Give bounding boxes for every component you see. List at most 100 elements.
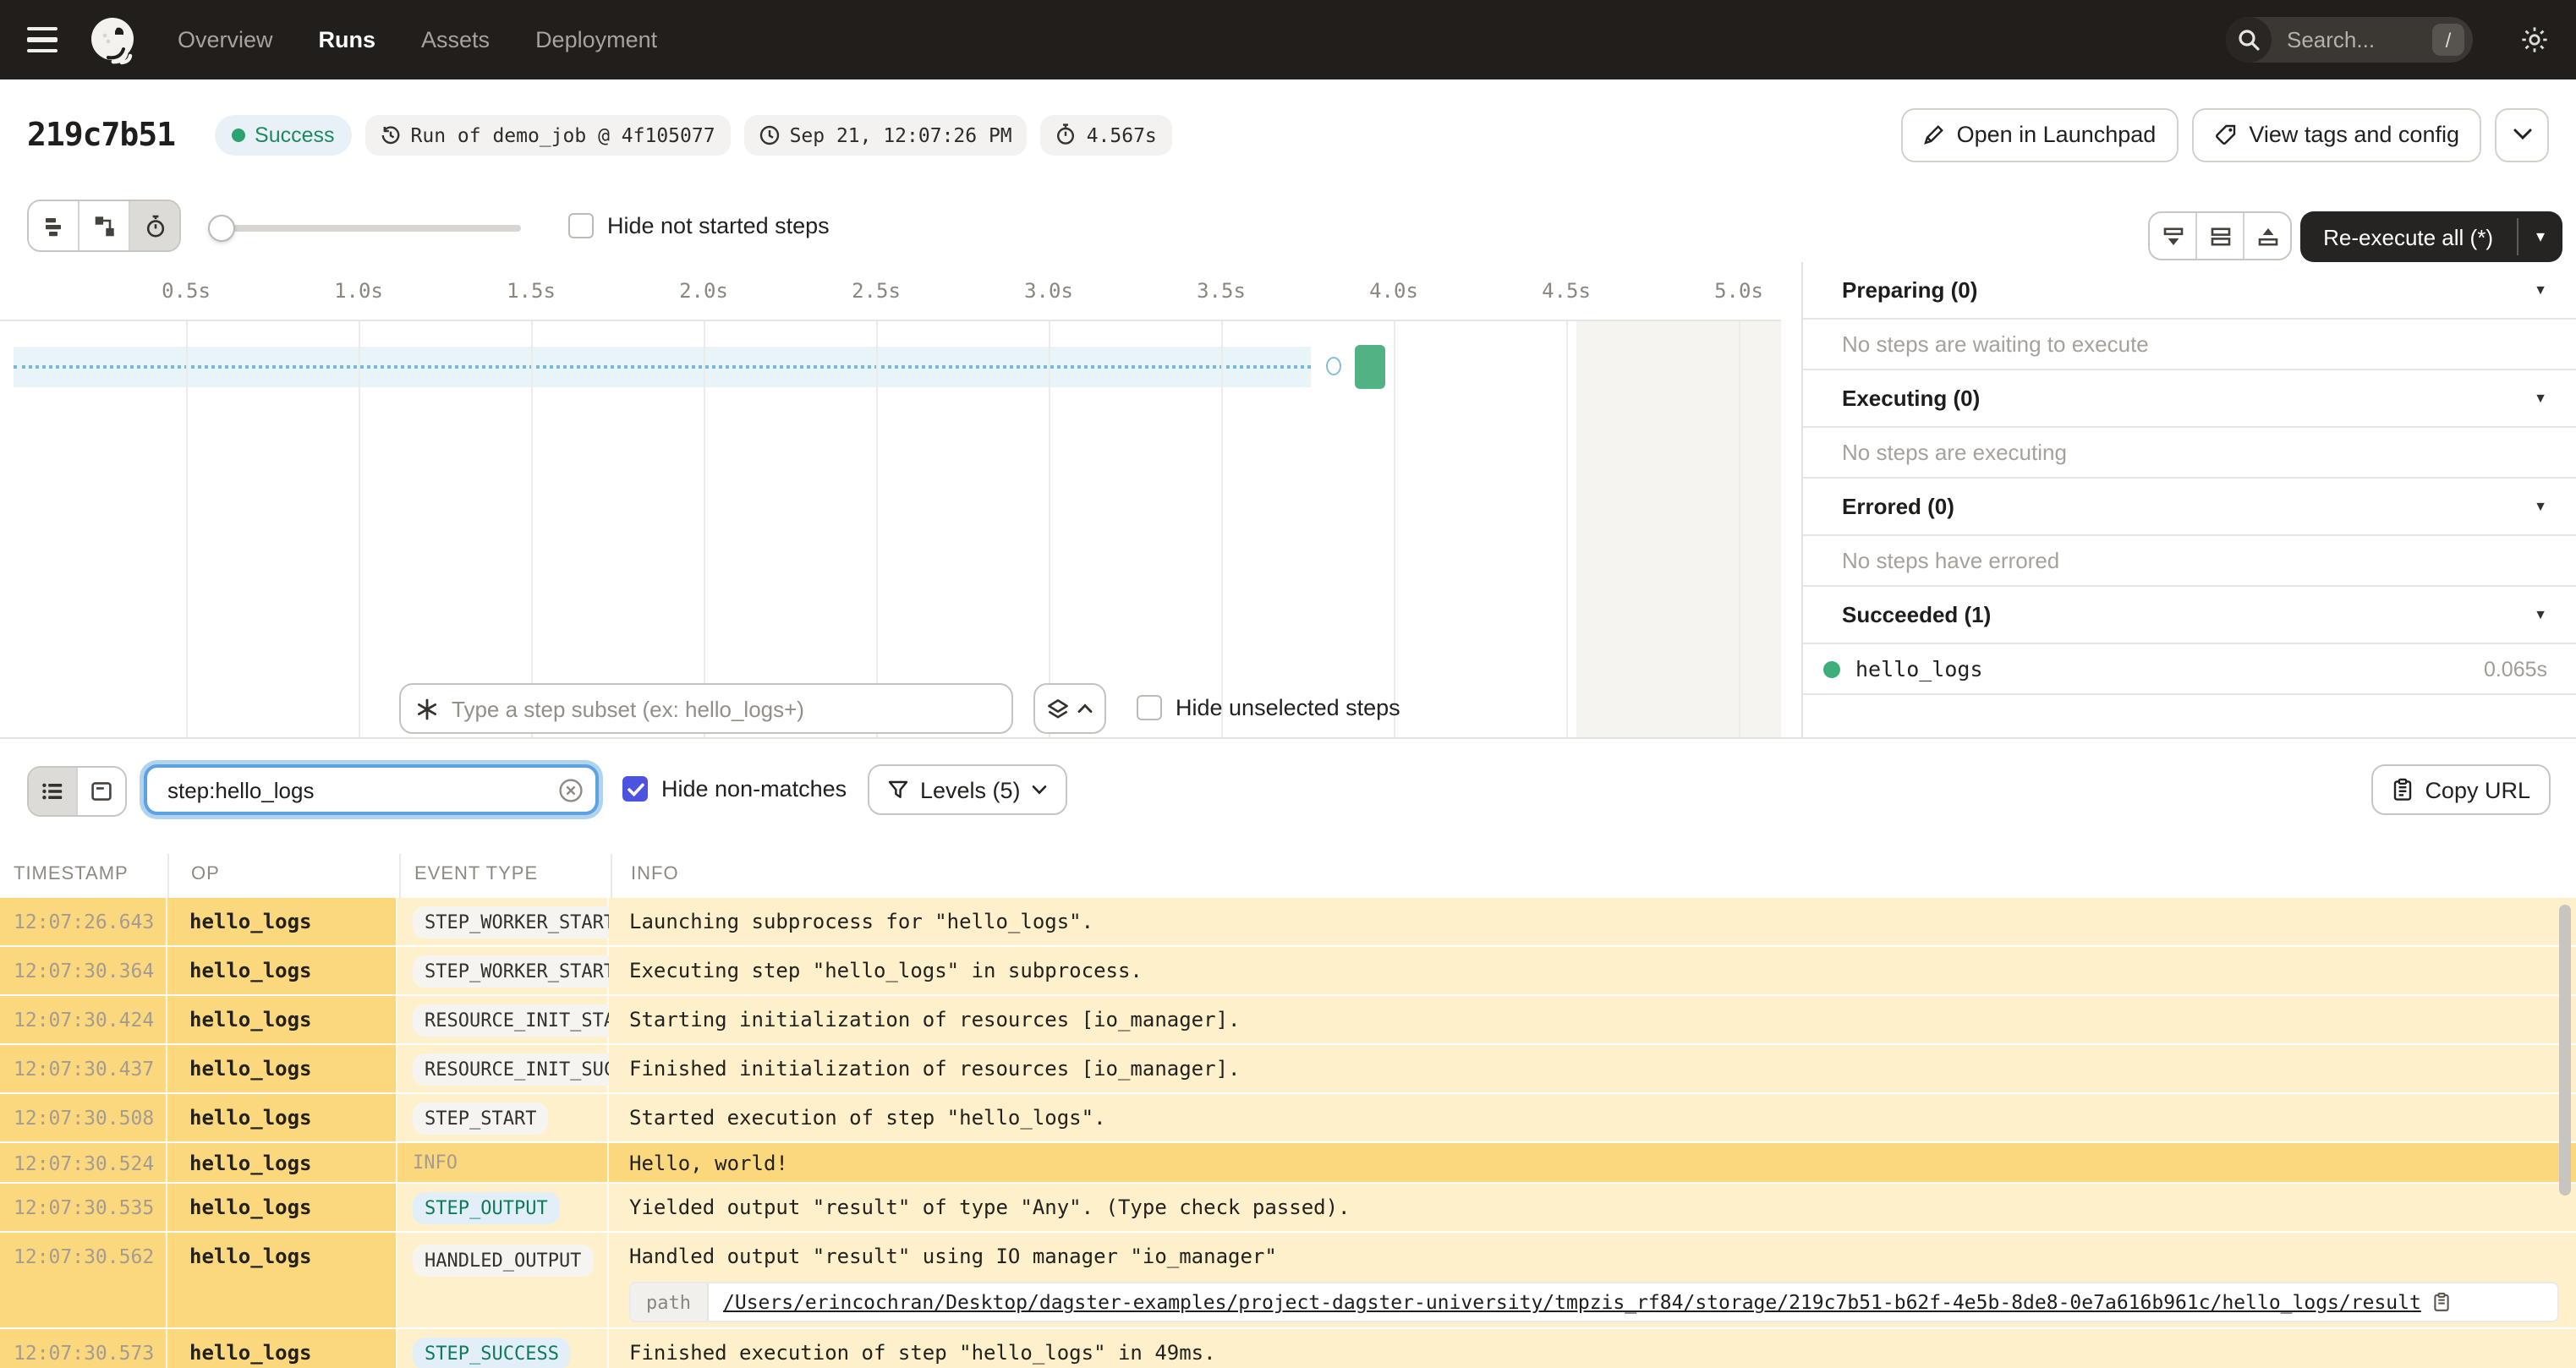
dagster-logo-icon[interactable]	[85, 12, 140, 68]
step-marker-dot[interactable]	[1326, 357, 1341, 375]
split-panels-button[interactable]	[2195, 213, 2243, 259]
hide-non-matches-checkbox[interactable]	[622, 776, 648, 802]
path-link[interactable]: /Users/erincochran/Desktop/dagster-examp…	[723, 1290, 2421, 1314]
levels-dropdown[interactable]: Levels (5)	[868, 764, 1068, 815]
collapse-caret-icon[interactable]: ▼	[2534, 282, 2547, 298]
log-op[interactable]: hello_logs	[167, 1045, 397, 1092]
log-row-3[interactable]: 12:07:30.437 hello_logs RESOURCE_INIT_SUCC…	[0, 1045, 2576, 1094]
step-section-header-0[interactable]: Preparing (0) ▼	[1803, 262, 2576, 320]
log-row-8[interactable]: 12:07:30.573 hello_logs STEP_SUCCESS Finish…	[0, 1329, 2576, 1368]
log-op[interactable]: hello_logs	[167, 996, 397, 1043]
log-filter-input[interactable]	[164, 775, 558, 804]
log-op[interactable]: hello_logs	[167, 1233, 397, 1327]
log-timestamp[interactable]: 12:07:30.508	[0, 1094, 167, 1141]
log-timestamp[interactable]: 12:07:30.573	[0, 1329, 167, 1368]
log-timestamp[interactable]: 12:07:30.524	[0, 1143, 167, 1182]
layers-icon	[1047, 698, 1069, 720]
log-op[interactable]: hello_logs	[167, 947, 397, 994]
gantt-timed-view-button[interactable]	[129, 201, 179, 250]
nav-link-overview[interactable]: Overview	[178, 27, 273, 52]
slider-thumb[interactable]	[208, 215, 235, 242]
step-subset-row: Hide unselected steps	[0, 683, 1781, 737]
column-header-info: INFO	[631, 864, 679, 884]
log-row-6[interactable]: 12:07:30.535 hello_logs STEP_OUTPUT Yielded…	[0, 1184, 2576, 1233]
gantt-step-bar-hello-logs[interactable]	[1355, 345, 1385, 389]
log-info: Finished initialization of resources [io…	[609, 1045, 2576, 1092]
reexecute-all-button[interactable]: Re-execute all (*) ▾	[2299, 211, 2562, 262]
nav-link-runs[interactable]: Runs	[319, 27, 376, 52]
hamburger-menu-icon[interactable]	[22, 19, 64, 61]
search-placeholder: Search...	[2287, 27, 2376, 52]
log-row-1[interactable]: 12:07:30.364 hello_logs STEP_WORKER_STARTE…	[0, 947, 2576, 996]
collapse-caret-icon[interactable]: ▼	[2534, 391, 2547, 406]
log-timestamp[interactable]: 12:07:30.437	[0, 1045, 167, 1092]
run-header: 219c7b51 Success Run of demo_job @ 4f105…	[0, 79, 2576, 189]
log-row-5[interactable]: 12:07:30.524 hello_logs INFO Hello, world!	[0, 1143, 2576, 1184]
nav-link-deployment[interactable]: Deployment	[535, 27, 657, 52]
log-list-view-button[interactable]	[29, 768, 76, 815]
history-icon	[381, 124, 401, 145]
view-tags-config-button[interactable]: View tags and config	[2191, 107, 2481, 161]
log-row-4[interactable]: 12:07:30.508 hello_logs STEP_START Started …	[0, 1094, 2576, 1143]
axis-tick: 2.0s	[679, 279, 728, 303]
nav-link-assets[interactable]: Assets	[421, 27, 490, 52]
clear-filter-icon[interactable]	[558, 777, 584, 802]
gantt-zoom-slider[interactable]	[208, 215, 521, 242]
gantt-waterfall-view-button[interactable]	[78, 201, 129, 250]
search-input[interactable]: Search... /	[2226, 17, 2473, 63]
log-op[interactable]: hello_logs	[167, 1329, 397, 1368]
settings-gear-icon[interactable]	[2520, 25, 2549, 54]
run-actions-chevron-button[interactable]	[2495, 107, 2549, 161]
log-row-2[interactable]: 12:07:30.424 hello_logs RESOURCE_INIT_STAR…	[0, 996, 2576, 1045]
reexecute-caret-icon[interactable]: ▾	[2518, 211, 2562, 262]
log-op[interactable]: hello_logs	[167, 1094, 397, 1141]
hide-not-started-checkbox[interactable]	[568, 213, 594, 238]
collapse-caret-icon[interactable]: ▼	[2534, 607, 2547, 622]
log-timestamp[interactable]: 12:07:30.562	[0, 1233, 167, 1327]
log-op[interactable]: hello_logs	[167, 1184, 397, 1231]
expand-top-panel-button[interactable]	[2243, 213, 2290, 259]
run-tag-1[interactable]: Sep 21, 12:07:26 PM	[743, 114, 1028, 155]
hide-unselected-checkbox[interactable]	[1137, 695, 1162, 720]
log-info: Executing step "hello_logs" in subproces…	[609, 947, 2576, 994]
log-timestamp[interactable]: 12:07:30.364	[0, 947, 167, 994]
step-section-header-2[interactable]: Errored (0) ▼	[1803, 479, 2576, 536]
copy-url-button[interactable]: Copy URL	[2370, 764, 2551, 815]
axis-tick: 5.0s	[1714, 279, 1763, 303]
succeeded-step-row[interactable]: hello_logs 0.065s	[1803, 644, 2576, 695]
run-tag-0[interactable]: Run of demo_job @ 4f105077	[364, 114, 731, 155]
log-op[interactable]: hello_logs	[167, 1143, 397, 1182]
log-row-7[interactable]: 12:07:30.562 hello_logs HANDLED_OUTPUT Hand…	[0, 1233, 2576, 1329]
gantt-flat-view-button[interactable]	[29, 201, 78, 250]
clipboard-icon	[2391, 778, 2413, 802]
column-header-event-type: EVENT TYPE	[414, 864, 539, 884]
copy-path-icon[interactable]	[2433, 1292, 2452, 1312]
log-op[interactable]: hello_logs	[167, 898, 397, 945]
log-scrollbar-thumb[interactable]	[2559, 905, 2571, 1196]
step-section-header-1[interactable]: Executing (0) ▼	[1803, 370, 2576, 428]
log-timestamp[interactable]: 12:07:30.424	[0, 996, 167, 1043]
open-in-launchpad-button[interactable]: Open in Launchpad	[1900, 107, 2179, 161]
log-structured-view-button[interactable]	[76, 768, 125, 815]
log-timestamp[interactable]: 12:07:26.643	[0, 898, 167, 945]
tag-icon	[2213, 123, 2237, 146]
graph-query-toggle-button[interactable]	[1033, 683, 1106, 734]
axis-tick: 2.5s	[852, 279, 901, 303]
log-row-0[interactable]: 12:07:26.643 hello_logs STEP_WORKER_STARTI…	[0, 898, 2576, 947]
event-type-badge: STEP_START	[413, 1102, 549, 1134]
chevron-down-icon	[1033, 785, 1048, 795]
success-dot-icon	[1823, 660, 1840, 677]
log-event-type: HANDLED_OUTPUT	[397, 1233, 609, 1327]
run-tag-2[interactable]: 4.567s	[1040, 114, 1172, 155]
step-subset-input[interactable]	[448, 694, 1011, 723]
column-header-op: OP	[191, 864, 220, 884]
run-id: 219c7b51	[27, 116, 176, 153]
collapse-caret-icon[interactable]: ▼	[2534, 499, 2547, 514]
gantt-toolbar: Hide not started steps Re-execute all (*…	[0, 189, 2576, 262]
step-section-empty-text: No steps are executing	[1803, 428, 2576, 479]
gridline	[1739, 321, 1740, 737]
axis-tick: 3.0s	[1024, 279, 1073, 303]
step-section-header-3[interactable]: Succeeded (1) ▼	[1803, 587, 2576, 644]
expand-bottom-panel-button[interactable]	[2150, 213, 2195, 259]
log-timestamp[interactable]: 12:07:30.535	[0, 1184, 167, 1231]
